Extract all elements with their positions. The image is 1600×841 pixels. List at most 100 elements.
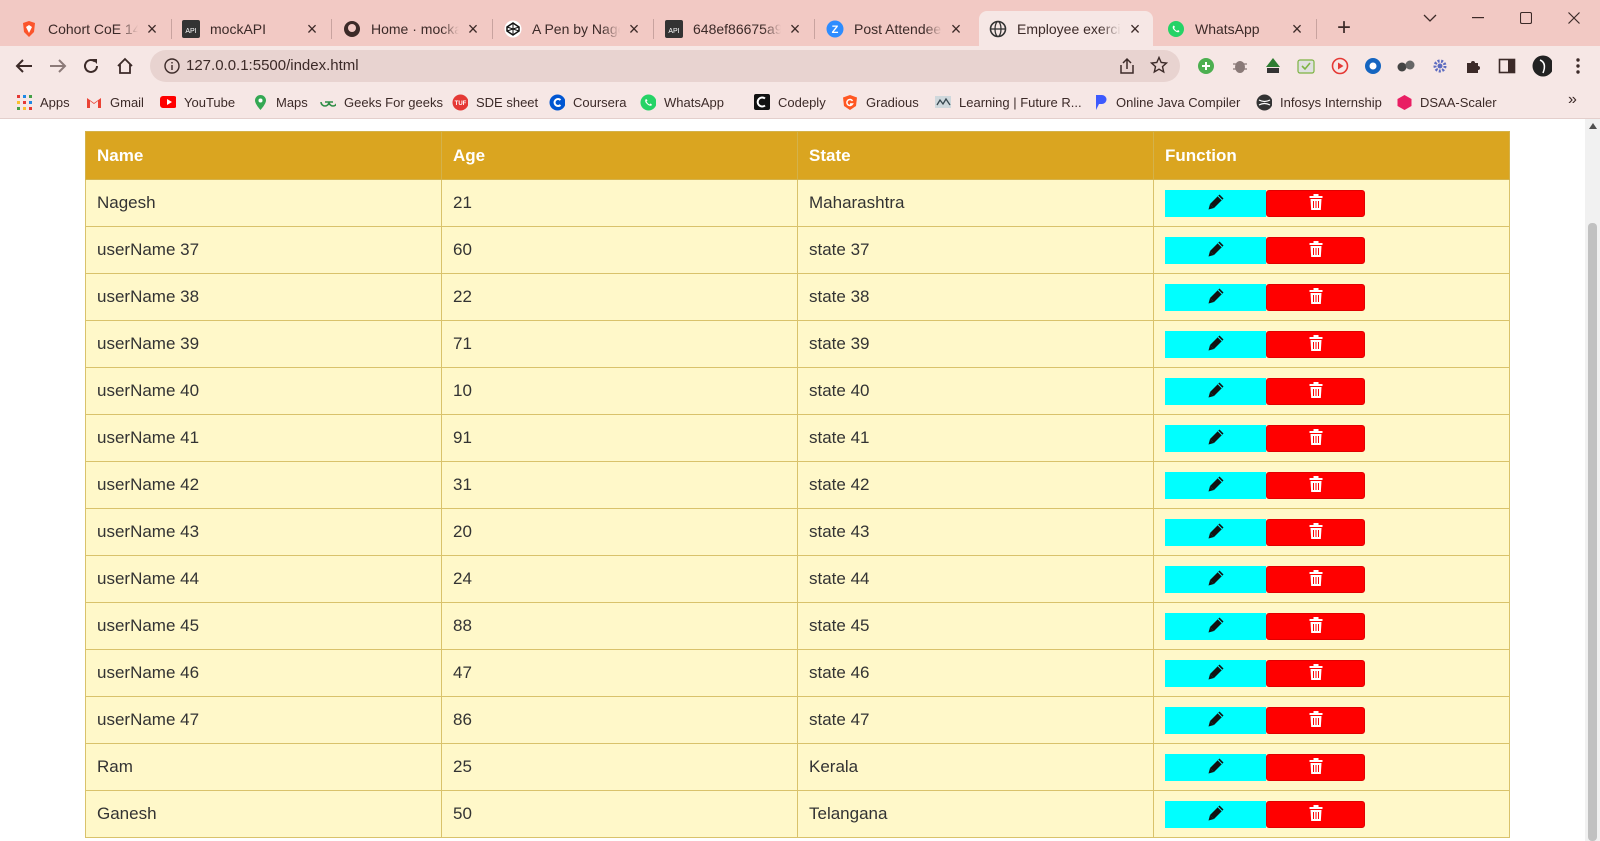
delete-button[interactable] (1266, 753, 1365, 781)
bookmark-youtube[interactable]: YouTube (160, 93, 235, 111)
home-button[interactable] (111, 52, 139, 80)
close-icon[interactable]: × (304, 20, 320, 38)
delete-button[interactable] (1266, 612, 1365, 640)
bug-extension-icon[interactable] (1230, 56, 1250, 76)
cell-name: userName 41 (85, 414, 442, 462)
tab-employee-exercise[interactable]: Employee exercis × (979, 11, 1153, 46)
close-icon[interactable]: × (1127, 20, 1143, 38)
table-header-row: Name Age State Function (85, 131, 1510, 180)
delete-button[interactable] (1266, 424, 1365, 452)
tab-cohort[interactable]: Cohort CoE 14 - l × (10, 11, 170, 46)
tree-extension-icon[interactable] (1263, 56, 1283, 76)
puzzle-extensions-icon[interactable] (1463, 56, 1483, 76)
row-actions (1165, 236, 1498, 264)
bookmark-infosys-internship[interactable]: Infosys Internship (1256, 93, 1382, 111)
edit-button[interactable] (1165, 330, 1266, 358)
bookmark-gmail[interactable]: Gmail (86, 93, 144, 111)
bookmark-future-skills[interactable]: Learning | Future R... (935, 93, 1082, 111)
address-bar[interactable]: 127.0.0.1:5500/index.html (150, 50, 1180, 82)
bookmark-star-icon[interactable] (1149, 55, 1169, 79)
delete-button[interactable] (1266, 189, 1365, 217)
tab-mockapi[interactable]: API mockAPI × (172, 11, 330, 46)
maximize-button[interactable] (1502, 0, 1550, 36)
close-icon[interactable]: × (1289, 20, 1305, 38)
bookmark-online-java-compiler[interactable]: Online Java Compiler (1092, 93, 1240, 111)
delete-button[interactable] (1266, 706, 1365, 734)
bookmark-whatsapp[interactable]: WhatsApp (640, 93, 724, 111)
bookmark-gradious[interactable]: Gradious (842, 93, 919, 111)
table-row: userName 45 88 state 45 (85, 602, 1510, 650)
edit-button[interactable] (1165, 471, 1266, 499)
side-panel-icon[interactable] (1497, 56, 1517, 76)
glasses-extension-icon[interactable] (1396, 56, 1416, 76)
reload-button[interactable] (77, 52, 105, 80)
extension-plus-icon[interactable] (1196, 56, 1216, 76)
tab-search-button[interactable] (1406, 0, 1454, 36)
cell-name: Nagesh (85, 179, 442, 227)
forward-button[interactable] (44, 52, 72, 80)
delete-button[interactable] (1266, 330, 1365, 358)
delete-button[interactable] (1266, 377, 1365, 405)
delete-button[interactable] (1266, 518, 1365, 546)
pen-icon (1207, 193, 1225, 214)
tab-zoom[interactable]: Z Post Attendee - Z × (816, 11, 974, 46)
scrollbar-thumb[interactable] (1588, 223, 1597, 841)
play-extension-icon[interactable] (1330, 56, 1350, 76)
bookmark-geeks-for-geeks[interactable]: Geeks For geeks (320, 93, 443, 111)
close-icon[interactable]: × (948, 20, 964, 38)
delete-button[interactable] (1266, 800, 1365, 828)
tab-whatsapp[interactable]: WhatsApp × (1157, 11, 1315, 46)
menu-kebab-icon[interactable] (1568, 56, 1588, 76)
new-tab-button[interactable]: + (1330, 14, 1358, 42)
save-extension-icon[interactable] (1296, 56, 1316, 76)
close-icon[interactable]: × (787, 20, 803, 38)
scroll-up-arrow-icon[interactable] (1589, 123, 1597, 129)
delete-button[interactable] (1266, 236, 1365, 264)
edit-button[interactable] (1165, 377, 1266, 405)
url-text[interactable]: 127.0.0.1:5500/index.html (186, 57, 359, 74)
info-icon[interactable] (164, 58, 180, 79)
bookmark-maps[interactable]: Maps (252, 93, 308, 111)
edit-button[interactable] (1165, 612, 1266, 640)
edit-button[interactable] (1165, 518, 1266, 546)
tab-mockapi-resource[interactable]: API 648ef86675a96b × (655, 11, 813, 46)
back-button[interactable] (10, 52, 38, 80)
vertical-scrollbar[interactable] (1585, 119, 1600, 841)
close-window-button[interactable] (1550, 0, 1598, 36)
table-body: Nagesh 21 Maharashtra userName 37 60 sta… (85, 179, 1510, 838)
delete-button[interactable] (1266, 283, 1365, 311)
edit-button[interactable] (1165, 189, 1266, 217)
gear-extension-icon[interactable] (1430, 56, 1450, 76)
share-icon[interactable] (1118, 57, 1136, 80)
bookmark-coursera[interactable]: Coursera (549, 93, 626, 111)
row-actions (1165, 518, 1498, 546)
edit-button[interactable] (1165, 706, 1266, 734)
edit-button[interactable] (1165, 283, 1266, 311)
edit-button[interactable] (1165, 800, 1266, 828)
cell-age: 88 (441, 602, 798, 650)
close-icon[interactable]: × (626, 20, 642, 38)
cell-age: 91 (441, 414, 798, 462)
bookmark-dsaa-scaler[interactable]: DSAA-Scaler (1396, 93, 1497, 111)
delete-button[interactable] (1266, 565, 1365, 593)
close-icon[interactable]: × (465, 20, 481, 38)
edit-button[interactable] (1165, 565, 1266, 593)
delete-button[interactable] (1266, 659, 1365, 687)
cell-name: userName 38 (85, 273, 442, 321)
minimize-button[interactable] (1454, 0, 1502, 36)
bookmark-sde-sheet[interactable]: TUF SDE sheet (452, 93, 538, 111)
cell-function (1153, 743, 1510, 791)
bookmark-apps[interactable]: Apps (16, 93, 70, 111)
close-icon[interactable]: × (144, 20, 160, 38)
snap-extension-icon[interactable] (1363, 56, 1383, 76)
delete-button[interactable] (1266, 471, 1365, 499)
edit-button[interactable] (1165, 659, 1266, 687)
tab-github[interactable]: Home · mockapi- × (333, 11, 491, 46)
edit-button[interactable] (1165, 236, 1266, 264)
edit-button[interactable] (1165, 424, 1266, 452)
bookmark-codeply[interactable]: Codeply (754, 93, 826, 111)
profile-avatar[interactable] (1532, 55, 1552, 77)
tab-codepen[interactable]: A Pen by Nagesh × (494, 11, 652, 46)
edit-button[interactable] (1165, 753, 1266, 781)
chevron-double-right-icon[interactable]: » (1568, 91, 1577, 109)
